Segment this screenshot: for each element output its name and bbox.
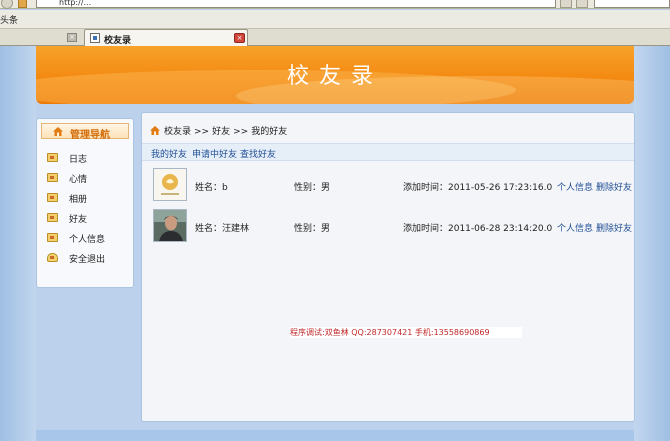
refresh-button[interactable] xyxy=(576,0,588,8)
diary-icon xyxy=(47,153,58,162)
friends-icon xyxy=(47,213,58,222)
sidebar-item-diary[interactable]: 日志 xyxy=(45,151,129,165)
banner: 校友录 xyxy=(36,46,634,104)
sidebar-item-album[interactable]: 相册 xyxy=(45,191,129,205)
breadcrumb-section[interactable]: 好友 xyxy=(212,127,230,137)
favorites-bar: 头条 xyxy=(0,10,670,29)
footer-strip xyxy=(36,430,634,441)
sidebar: 管理导航 日志 心情 相册 好友 个人信息 安全退出 xyxy=(36,118,134,288)
home-icon xyxy=(150,126,160,135)
back-button[interactable] xyxy=(1,0,13,9)
delete-friend-link[interactable]: 删除好友 xyxy=(596,221,632,234)
sidebar-item-profile[interactable]: 个人信息 xyxy=(45,231,129,245)
tab-my-friends[interactable]: 我的好友 xyxy=(151,147,187,160)
friend-name: 姓名：b xyxy=(195,183,228,193)
tab-title: 校友录 xyxy=(104,36,132,46)
tab-active[interactable]: 校友录 × xyxy=(84,29,248,46)
sub-tabs: 我的好友 申请中好友 查找好友 xyxy=(142,143,634,161)
friend-row: 姓名：汪建林 性别：男 添加时间：2011-06-28 23:14:20.0 个… xyxy=(153,209,632,243)
photo-avatar-icon xyxy=(154,210,186,241)
url-input[interactable]: http://... xyxy=(36,0,556,8)
right-shade xyxy=(634,46,670,441)
profile-icon xyxy=(47,233,58,242)
sidebar-item-mood[interactable]: 心情 xyxy=(45,171,129,185)
default-avatar-icon xyxy=(154,169,186,200)
sidebar-item-logout[interactable]: 安全退出 xyxy=(45,251,129,265)
breadcrumb-separator: >> xyxy=(233,127,249,137)
address-bar: http://... xyxy=(0,0,670,9)
main-panel: 校友录 >> 好友 >> 我的好友 我的好友 申请中好友 查找好友 姓名：b 性别：男 … xyxy=(141,112,635,422)
breadcrumb: 校友录 >> 好友 >> 我的好友 xyxy=(150,124,288,137)
friend-added-time: 添加时间：2011-06-28 23:14:20.0 xyxy=(403,224,553,234)
sidebar-item-label: 个人信息 xyxy=(69,235,106,245)
left-shade xyxy=(0,46,36,441)
favorites-item[interactable]: 头条 xyxy=(0,13,18,26)
tab-page-icon xyxy=(90,33,100,43)
friend-gender: 性别：男 xyxy=(294,224,331,234)
delete-friend-link[interactable]: 删除好友 xyxy=(596,180,632,193)
close-tab-icon[interactable]: × xyxy=(67,33,77,42)
tab-find-friends[interactable]: 查找好友 xyxy=(240,147,276,160)
album-icon xyxy=(47,193,58,202)
sidebar-item-friends[interactable]: 好友 xyxy=(45,211,129,225)
breadcrumb-separator: >> xyxy=(194,127,210,137)
breadcrumb-home[interactable]: 校友录 xyxy=(164,127,191,137)
tab-bar: × 校友录 × xyxy=(0,29,670,46)
logout-icon xyxy=(47,253,58,262)
page: 校友录 管理导航 日志 心情 相册 好友 个人信息 安全退出 校友录 >> 好友… xyxy=(0,46,670,441)
profile-link[interactable]: 个人信息 xyxy=(557,221,593,234)
close-tab-button[interactable]: × xyxy=(234,33,245,43)
home-icon xyxy=(53,127,63,136)
sidebar-item-label: 安全退出 xyxy=(69,255,106,265)
profile-link[interactable]: 个人信息 xyxy=(557,180,593,193)
sidebar-header: 管理导航 xyxy=(41,123,129,141)
sidebar-item-label: 日志 xyxy=(69,155,88,165)
friend-row: 姓名：b 性别：男 添加时间：2011-05-26 17:23:16.0 个人信… xyxy=(153,168,632,202)
tab-pending-friends[interactable]: 申请中好友 xyxy=(192,147,237,160)
sidebar-item-label: 心情 xyxy=(69,175,88,185)
mood-icon xyxy=(47,173,58,182)
page-icon xyxy=(18,0,27,8)
search-input[interactable] xyxy=(594,0,670,8)
friend-name: 姓名：汪建林 xyxy=(195,224,250,234)
avatar[interactable] xyxy=(153,209,187,242)
sidebar-item-label: 相册 xyxy=(69,195,88,205)
sidebar-item-label: 好友 xyxy=(69,215,88,225)
avatar[interactable] xyxy=(153,168,187,201)
credits-text: 程序调试:双鱼林 QQ:287307421 手机:13558690869 xyxy=(290,327,522,338)
breadcrumb-current: 我的好友 xyxy=(251,127,288,137)
friend-gender: 性别：男 xyxy=(294,183,331,193)
banner-title: 校友录 xyxy=(286,64,383,89)
friend-added-time: 添加时间：2011-05-26 17:23:16.0 xyxy=(403,183,553,193)
sidebar-title: 管理导航 xyxy=(70,130,110,141)
go-button[interactable] xyxy=(560,0,572,8)
